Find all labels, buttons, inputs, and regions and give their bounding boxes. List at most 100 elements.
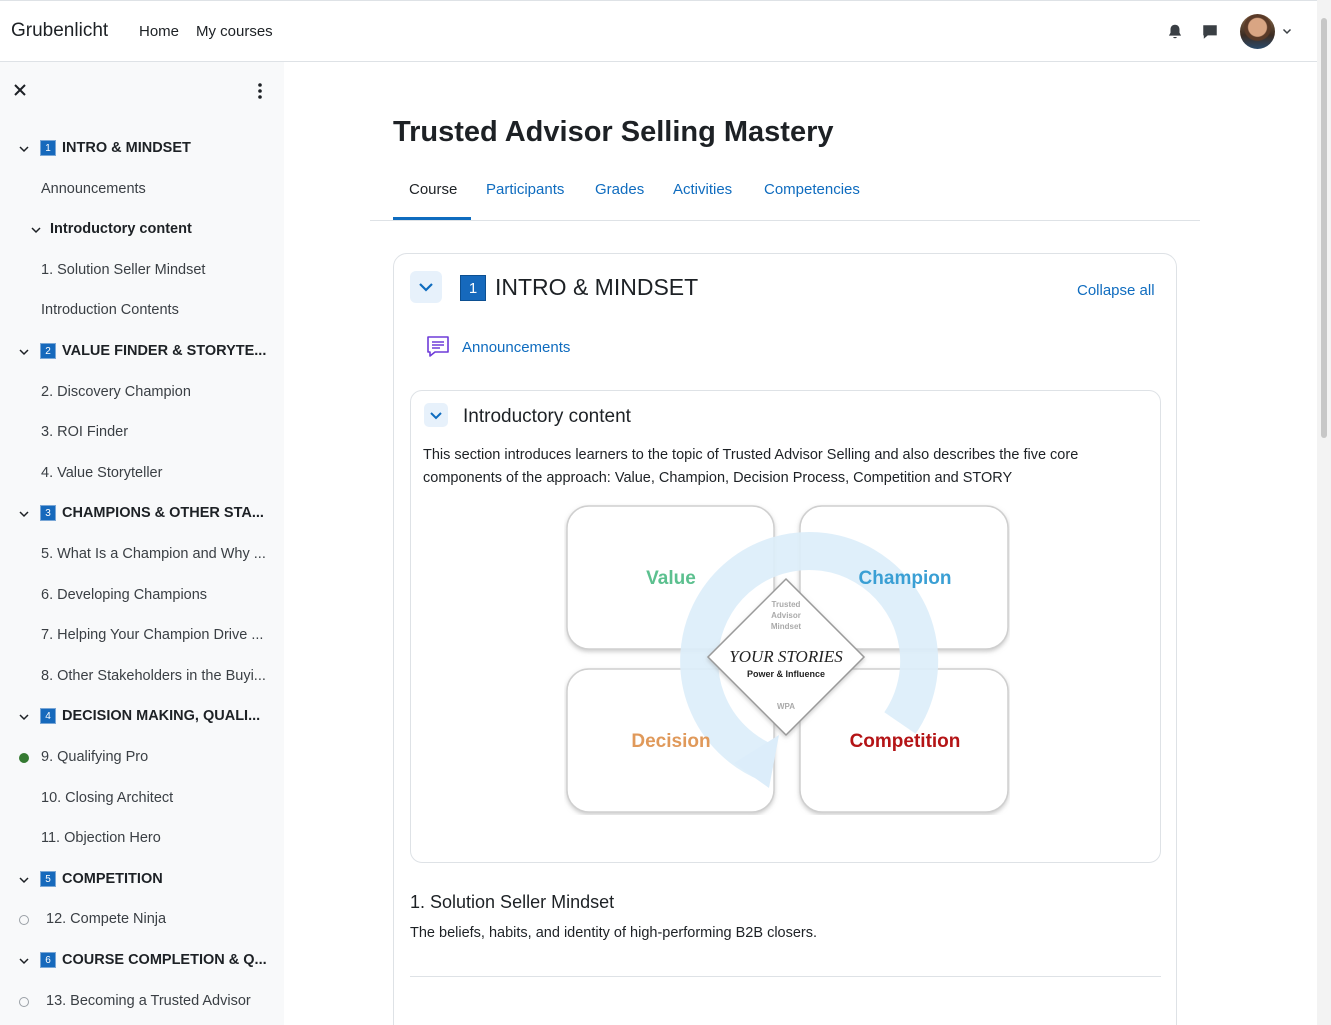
index-section-6[interactable]: 6 COURSE COMPLETION & Q... [0, 952, 284, 970]
index-item-label[interactable]: 13. Becoming a Trusted Advisor [46, 993, 278, 1009]
index-item[interactable]: 12. Compete Ninja [0, 911, 284, 929]
index-item-label[interactable]: 5. What Is a Champion and Why ... [41, 546, 273, 562]
page-title: Trusted Advisor Selling Mastery [393, 116, 834, 148]
index-section-label[interactable]: INTRO & MINDSET [62, 140, 272, 156]
section-collapse-button[interactable] [410, 271, 442, 303]
course-tabs: Course Participants Grades Activities Co… [370, 170, 1200, 221]
index-item[interactable]: 1. Solution Seller Mindset [0, 262, 284, 280]
index-section-label[interactable]: COMPETITION [62, 871, 272, 887]
index-item-label[interactable]: 12. Compete Ninja [46, 911, 278, 927]
index-item[interactable]: 13. Becoming a Trusted Advisor [0, 993, 284, 1011]
tab-competencies[interactable]: Competencies [764, 181, 860, 198]
nav-my-courses-link[interactable]: My courses [196, 23, 273, 40]
section-number-badge: 2 [40, 343, 56, 359]
page-scrollbar[interactable] [1317, 0, 1331, 1025]
center-small-line-2: Advisor [771, 611, 801, 620]
index-item-label[interactable]: Introduction Contents [41, 302, 273, 318]
index-section-label[interactable]: DECISION MAKING, QUALI... [62, 708, 272, 724]
index-section-label[interactable]: CHAMPIONS & OTHER STA... [62, 505, 272, 521]
index-item[interactable]: Announcements [0, 181, 284, 199]
index-section-3[interactable]: 3 CHAMPIONS & OTHER STA... [0, 505, 284, 523]
chevron-down-icon[interactable] [18, 143, 30, 155]
champion-label: Champion [859, 568, 952, 589]
index-item-label[interactable]: 1. Solution Seller Mindset [41, 262, 273, 278]
subsection-card: Introductory content This section introd… [410, 390, 1161, 863]
bell-icon[interactable] [1166, 23, 1184, 41]
tab-grades[interactable]: Grades [595, 181, 644, 198]
chat-icon[interactable] [1201, 23, 1219, 41]
index-section-2[interactable]: 2 VALUE FINDER & STORYTE... [0, 343, 284, 361]
subsection-description: This section introduces learners to the … [423, 447, 1079, 486]
index-section-label[interactable]: COURSE COMPLETION & Q... [62, 952, 272, 968]
center-small-line-1: Trusted [772, 600, 801, 609]
forum-icon [427, 336, 449, 357]
index-item-label[interactable]: 9. Qualifying Pro [41, 749, 273, 765]
section-number-badge: 3 [40, 505, 56, 522]
index-section-5[interactable]: 5 COMPETITION [0, 870, 284, 889]
site-brand[interactable]: Grubenlicht [11, 20, 108, 42]
kebab-menu-icon[interactable] [252, 82, 268, 100]
index-item-label[interactable]: 4. Value Storyteller [41, 465, 273, 481]
decision-label: Decision [631, 731, 710, 752]
index-item-label[interactable]: Announcements [41, 181, 273, 197]
section-number-badge: 1 [40, 140, 56, 156]
index-item[interactable]: 3. ROI Finder [0, 424, 284, 442]
index-item-label[interactable]: 10. Closing Architect [41, 790, 273, 806]
index-item[interactable]: Introduction Contents [0, 302, 284, 320]
chevron-down-icon[interactable] [18, 508, 30, 520]
chevron-down-icon[interactable] [18, 711, 30, 723]
tab-participants[interactable]: Participants [486, 181, 564, 198]
index-section-1[interactable]: 1 INTRO & MINDSET [0, 140, 284, 158]
index-section-label[interactable]: VALUE FINDER & STORYTE... [62, 343, 272, 359]
chevron-down-icon [430, 412, 442, 420]
section-number-badge: 4 [40, 708, 56, 725]
index-item[interactable]: 10. Closing Architect [0, 790, 284, 808]
lesson-title[interactable]: 1. Solution Seller Mindset [410, 892, 614, 913]
section-number-badge: 6 [40, 952, 56, 968]
subsection-collapse-button[interactable] [424, 403, 448, 427]
index-item-label[interactable]: 3. ROI Finder [41, 424, 273, 440]
completion-status-icon [19, 753, 29, 763]
chevron-down-icon [419, 283, 433, 292]
index-item[interactable]: 11. Objection Hero [0, 830, 284, 848]
index-item-label[interactable]: 6. Developing Champions [41, 587, 273, 603]
index-item[interactable]: 2. Discovery Champion [0, 384, 284, 402]
index-section-4[interactable]: 4 DECISION MAKING, QUALI... [0, 708, 284, 726]
avatar[interactable] [1240, 14, 1275, 49]
index-subsection[interactable]: Introductory content [0, 221, 284, 239]
index-item[interactable]: 4. Value Storyteller [0, 465, 284, 483]
subsection-title[interactable]: Introductory content [463, 406, 631, 428]
center-footer: WPA [777, 702, 795, 711]
nav-home-link[interactable]: Home [139, 23, 179, 40]
index-item-label[interactable]: 8. Other Stakeholders in the Buyi... [41, 668, 273, 684]
section-number-badge: 1 [460, 275, 486, 301]
index-item-label[interactable]: 7. Helping Your Champion Drive ... [41, 627, 273, 643]
index-item[interactable]: 6. Developing Champions [0, 587, 284, 605]
announcements-link[interactable]: Announcements [462, 339, 570, 356]
index-item[interactable]: 9. Qualifying Pro [0, 749, 284, 767]
index-item-label[interactable]: 11. Objection Hero [41, 830, 273, 846]
index-item-label[interactable]: 2. Discovery Champion [41, 384, 273, 400]
close-icon[interactable] [12, 82, 28, 98]
course-section-card: 1 INTRO & MINDSET Collapse all Announcem… [393, 253, 1177, 1025]
tab-course[interactable]: Course [409, 181, 457, 198]
lesson-description: The beliefs, habits, and identity of hig… [410, 925, 818, 941]
tab-activities[interactable]: Activities [673, 181, 732, 198]
index-item[interactable]: 7. Helping Your Champion Drive ... [0, 627, 284, 645]
center-subtitle: Power & Influence [747, 669, 825, 679]
index-item[interactable]: 5. What Is a Champion and Why ... [0, 546, 284, 564]
divider [410, 976, 1161, 977]
index-subsection-label[interactable]: Introductory content [50, 221, 260, 237]
chevron-down-icon[interactable] [18, 874, 30, 886]
scrollbar-thumb[interactable] [1321, 18, 1327, 438]
completion-status-icon [19, 996, 29, 1007]
chevron-down-icon[interactable] [18, 346, 30, 358]
chevron-down-icon[interactable] [18, 955, 30, 967]
collapse-all-link[interactable]: Collapse all [1077, 282, 1155, 299]
section-title[interactable]: INTRO & MINDSET [495, 274, 698, 301]
section-number-badge: 5 [40, 870, 56, 887]
chevron-down-icon[interactable] [30, 224, 42, 236]
index-item[interactable]: 8. Other Stakeholders in the Buyi... [0, 668, 284, 686]
competition-label: Competition [850, 731, 961, 752]
chevron-down-icon[interactable] [1282, 26, 1292, 36]
